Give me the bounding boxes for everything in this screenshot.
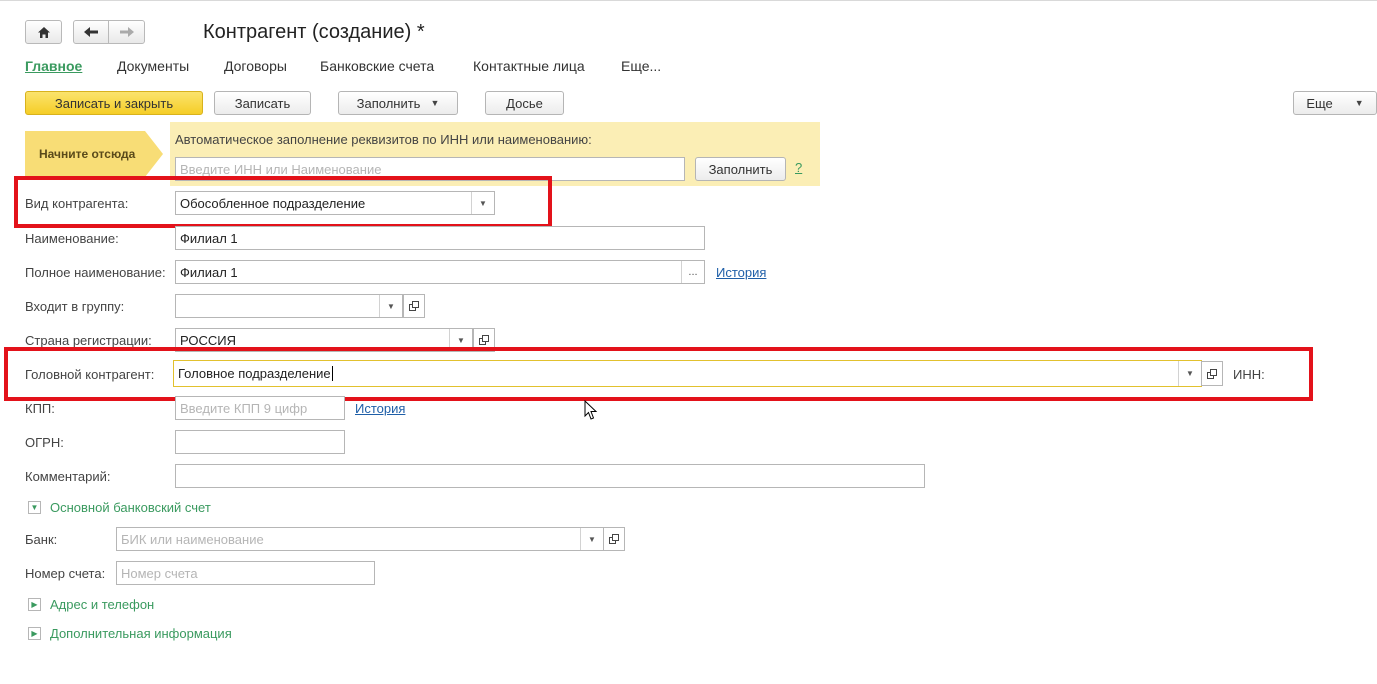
more-label: Еще (1306, 95, 1333, 111)
save-close-button[interactable]: Записать и закрыть (25, 91, 203, 115)
tab-more[interactable]: Еще... (621, 58, 661, 74)
back-button[interactable] (73, 20, 109, 44)
open-icon (409, 301, 419, 311)
country-value: РОССИЯ (180, 332, 237, 348)
window-title: Контрагент (создание) * (203, 21, 425, 43)
dropdown-icon[interactable]: ▼ (379, 295, 402, 317)
account-placeholder: Номер счета (121, 565, 198, 581)
name-label: Наименование: (25, 231, 119, 246)
group-open-button[interactable] (403, 294, 425, 318)
expand-icon: ▶ (31, 629, 38, 638)
open-icon (479, 335, 489, 345)
ogrn-input[interactable] (175, 430, 345, 454)
ogrn-label: ОГРН: (25, 435, 64, 450)
help-link[interactable]: ? (795, 160, 802, 175)
fullname-value: Филиал 1 (180, 264, 238, 280)
tab-bank-accounts[interactable]: Банковские счета (320, 58, 434, 74)
inn-search-placeholder: Введите ИНН или Наименование (180, 161, 382, 177)
more-button[interactable]: Еще ▼ (1293, 91, 1377, 115)
open-icon (609, 534, 619, 544)
bank-section-title[interactable]: Основной банковский счет (50, 500, 211, 515)
address-section-toggle[interactable]: ▶ (28, 598, 41, 611)
country-label: Страна регистрации: (25, 333, 152, 348)
fullname-input[interactable]: Филиал 1 ... (175, 260, 705, 284)
kpp-placeholder: Введите КПП 9 цифр (180, 400, 308, 416)
tab-contracts[interactable]: Договоры (224, 58, 287, 74)
start-here-badge: Начните отсюда (25, 131, 163, 177)
start-here-label: Начните отсюда (39, 147, 136, 161)
top-border (0, 0, 1377, 1)
kpp-history-link[interactable]: История (355, 401, 405, 416)
dropdown-icon[interactable]: ▼ (580, 528, 603, 550)
dropdown-icon: ▼ (1354, 98, 1364, 108)
group-select[interactable]: ▼ (175, 294, 403, 318)
additional-section-title[interactable]: Дополнительная информация (50, 626, 232, 641)
fill-label: Заполнить (356, 95, 421, 111)
tab-main[interactable]: Главное (25, 58, 82, 74)
autofill-label: Заполнить (708, 161, 773, 177)
bank-open-button[interactable] (603, 527, 625, 551)
dropdown-icon: ▼ (430, 98, 440, 108)
address-section-title[interactable]: Адрес и телефон (50, 597, 154, 612)
back-arrow-icon (84, 27, 98, 37)
account-input[interactable]: Номер счета (116, 561, 375, 585)
expand-icon: ▶ (31, 600, 38, 609)
dossier-button[interactable]: Досье (485, 91, 564, 115)
home-icon (37, 26, 50, 38)
tab-contacts[interactable]: Контактные лица (473, 58, 585, 74)
name-input[interactable]: Филиал 1 (175, 226, 705, 250)
save-button[interactable]: Записать (214, 91, 311, 115)
ellipsis-button[interactable]: ... (681, 261, 704, 283)
kpp-input[interactable]: Введите КПП 9 цифр (175, 396, 345, 420)
save-label: Записать (234, 95, 291, 111)
group-label: Входит в группу: (25, 299, 125, 314)
comment-label: Комментарий: (25, 469, 111, 484)
dossier-label: Досье (506, 95, 543, 111)
account-label: Номер счета: (25, 566, 106, 581)
bank-select[interactable]: БИК или наименование ▼ (116, 527, 604, 551)
mouse-cursor-icon (584, 400, 598, 420)
bank-label: Банк: (25, 532, 58, 547)
highlight-frame-head (4, 347, 1313, 401)
save-close-label: Записать и закрыть (54, 95, 174, 111)
highlight-frame-kind (14, 176, 552, 228)
fill-menu-button[interactable]: Заполнить ▼ (338, 91, 458, 115)
autofill-button[interactable]: Заполнить (695, 157, 786, 181)
collapse-icon: ▼ (30, 503, 39, 512)
tab-documents[interactable]: Документы (117, 58, 189, 74)
bank-placeholder: БИК или наименование (121, 531, 264, 547)
home-button[interactable] (25, 20, 62, 44)
fullname-history-link[interactable]: История (716, 265, 766, 280)
forward-arrow-icon (119, 27, 134, 37)
name-value: Филиал 1 (180, 230, 238, 246)
additional-section-toggle[interactable]: ▶ (28, 627, 41, 640)
forward-button[interactable] (108, 20, 145, 44)
comment-input[interactable] (175, 464, 925, 488)
autofill-hint-text: Автоматическое заполнение реквизитов по … (175, 132, 592, 147)
bank-section-toggle[interactable]: ▼ (28, 501, 41, 514)
fullname-label: Полное наименование: (25, 265, 166, 280)
kpp-label: КПП: (25, 401, 55, 416)
